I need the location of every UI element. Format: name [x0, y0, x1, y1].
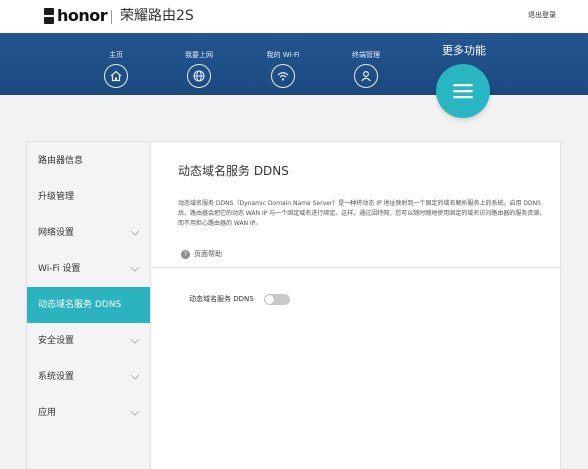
main-nav: 主页 我要上网 我的 Wi-Fi 终端管理 更多功能	[0, 33, 588, 95]
chevron-down-icon	[130, 266, 140, 272]
honor-seal-icon	[44, 8, 54, 24]
nav-item-internet[interactable]: 我要上网	[169, 33, 229, 88]
sidebar-item-label: 网络设置	[38, 227, 75, 238]
page-help[interactable]: ? 页面帮助	[181, 250, 222, 259]
brand-wordmark: honor	[57, 6, 108, 25]
content-area: 动态域名服务 DDNS 动态域名服务 DDNS（Dynamic Domain N…	[152, 142, 561, 469]
nav-item-wifi[interactable]: 我的 Wi-Fi	[253, 33, 313, 88]
ddns-toggle-label: 动态域名服务 DDNS	[189, 295, 254, 303]
sidebar-item-label: 动态域名服务 DDNS	[38, 299, 122, 310]
sidebar-item-label: 路由器信息	[38, 155, 84, 166]
logout-link[interactable]: 退出登录	[528, 11, 556, 20]
nav-item-more-label[interactable]: 更多功能	[436, 44, 492, 57]
product-name: 荣耀路由2S	[120, 8, 194, 24]
sidebar-item-wifi[interactable]: Wi-Fi 设置	[27, 251, 150, 287]
page-help-link[interactable]: 页面帮助	[194, 250, 222, 259]
menu-icon	[453, 84, 473, 99]
globe-icon	[187, 64, 211, 88]
sidebar-item-ddns[interactable]: 动态域名服务 DDNS	[27, 287, 150, 323]
ddns-toggle[interactable]	[263, 294, 290, 305]
help-icon: ?	[181, 250, 190, 259]
user-icon	[354, 64, 378, 88]
chevron-down-icon	[130, 410, 140, 416]
nav-item-home[interactable]: 主页	[86, 33, 146, 88]
chevron-down-icon	[130, 230, 140, 236]
sidebar-item-apps[interactable]: 应用	[27, 395, 150, 431]
toggle-knob	[264, 295, 274, 304]
wifi-icon	[271, 64, 295, 88]
sidebar-item-label: 系统设置	[38, 371, 75, 382]
sidebar-item-network[interactable]: 网络设置	[27, 215, 150, 251]
sidebar-item-upgrade[interactable]: 升级管理	[27, 179, 150, 215]
chevron-down-icon	[130, 338, 140, 344]
ddns-setting-row: 动态域名服务 DDNS	[189, 294, 290, 305]
sidebar-item-label: 升级管理	[38, 191, 75, 202]
settings-panel: 路由器信息 升级管理 网络设置 Wi-Fi 设置 动态域名服务 DDNS 安全设…	[26, 141, 561, 469]
sidebar-item-router-info[interactable]: 路由器信息	[27, 143, 150, 179]
sidebar-item-system[interactable]: 系统设置	[27, 359, 150, 395]
sidebar-item-label: 安全设置	[38, 335, 75, 346]
header-divider	[111, 10, 112, 24]
more-features-button[interactable]	[436, 64, 490, 118]
honor-logo: honor	[44, 6, 108, 25]
sidebar-item-label: 应用	[38, 407, 57, 418]
nav-item-devices[interactable]: 终端管理	[336, 33, 396, 88]
top-bar: honor 荣耀路由2S 退出登录	[0, 0, 588, 33]
section-divider	[152, 267, 561, 268]
page-title: 动态域名服务 DDNS	[178, 164, 289, 178]
nav-label: 主页	[109, 51, 123, 59]
nav-label: 我要上网	[185, 51, 213, 59]
home-icon	[104, 64, 128, 88]
nav-label: 我的 Wi-Fi	[266, 51, 300, 59]
sidebar-item-security[interactable]: 安全设置	[27, 323, 150, 359]
page-description: 动态域名服务 DDNS（Dynamic Domain Name Server）是…	[178, 200, 546, 227]
sidebar: 路由器信息 升级管理 网络设置 Wi-Fi 设置 动态域名服务 DDNS 安全设…	[27, 142, 151, 469]
chevron-down-icon	[130, 374, 140, 380]
sidebar-item-label: Wi-Fi 设置	[38, 263, 81, 274]
nav-label: 终端管理	[352, 51, 380, 59]
